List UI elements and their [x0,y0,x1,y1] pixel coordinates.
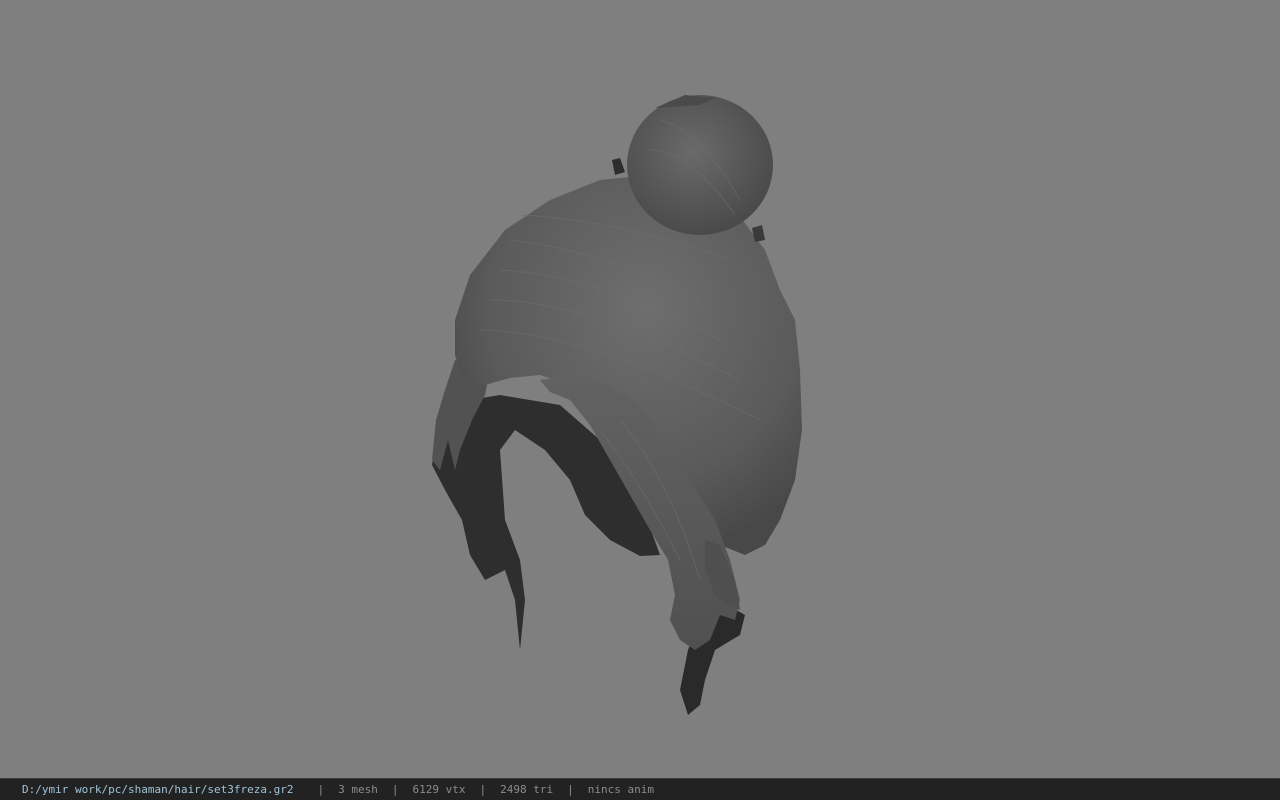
mesh-count: 3 mesh [338,783,378,796]
hair-mesh-model[interactable] [0,0,1280,778]
3d-viewport[interactable] [0,0,1280,778]
hair-bun [627,95,773,235]
anim-status: nincs anim [587,783,654,796]
hair-accent-left [612,158,625,175]
file-path: D:/ymir work/pc/shaman/hair/set3freza.gr… [22,783,294,796]
triangle-count: 2498 tri [500,783,554,796]
status-separator: | [391,783,399,796]
status-bar: D:/ymir work/pc/shaman/hair/set3freza.gr… [0,778,1280,800]
status-separator: | [567,783,574,796]
status-separator: | [479,783,487,796]
status-separator: | [317,783,325,796]
vertex-count: 6129 vtx [412,783,466,796]
